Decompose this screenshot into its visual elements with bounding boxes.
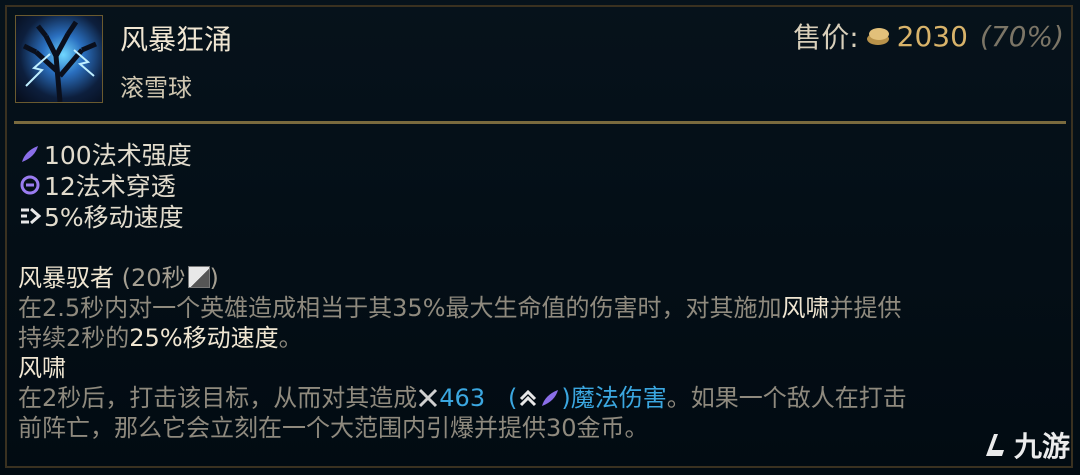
price-block: 售价: 2030 (70%)	[793, 16, 1064, 56]
watermark: 九游	[980, 425, 1070, 465]
ability-power-icon	[539, 386, 561, 408]
ability-power-icon	[18, 142, 42, 166]
item-subtitle: 滚雪球	[120, 74, 192, 102]
stat-text: 5%移动速度	[44, 202, 184, 232]
damage-value: 463	[439, 384, 486, 412]
watermark-logo-icon	[985, 434, 1004, 456]
sub-effect-name: 风啸	[18, 354, 66, 382]
passive-desc-line: 在2.5秒内对一个英雄造成相当于其35%最大生命值的伤害时，对其施加风啸并提供	[18, 294, 902, 322]
item-tooltip: 风暴狂涌 滚雪球 售价: 2030 (70%) 100法术强度 12法术穿透 5…	[0, 0, 1080, 475]
magic-damage-label: 魔法伤害	[570, 384, 667, 412]
passive-desc-line: 前阵亡，那么它会立刻在一个大范围内引爆并提供30金币。	[18, 414, 649, 442]
level-up-icon	[517, 386, 539, 408]
price-value: 2030	[896, 19, 968, 53]
stormsurge-item-icon	[15, 15, 103, 103]
passive-cooldown: (20秒)	[121, 264, 219, 292]
magic-penetration-icon	[18, 173, 42, 197]
watermark-text: 九游	[1013, 430, 1070, 463]
crossed-swords-icon	[417, 386, 439, 408]
price-label: 售价:	[793, 21, 859, 54]
stats-list: 100法术强度 12法术穿透 5%移动速度	[18, 138, 192, 232]
header-divider	[14, 121, 1066, 124]
passive-desc-line: 持续2秒的25%移动速度。	[18, 324, 303, 352]
price-percent: (70%)	[979, 19, 1064, 53]
stat-row: 5%移动速度	[18, 200, 192, 232]
stat-row: 12法术穿透	[18, 169, 192, 201]
gold-coin-icon	[865, 25, 891, 47]
passive-name: 风暴驭者	[18, 264, 114, 292]
cooldown-icon	[187, 266, 210, 288]
passive-title: 风暴驭者 (20秒)	[18, 263, 1068, 293]
passive-desc-line: 在2秒后，打击该目标，从而对其造成 463 ()魔法伤害。如果一个敌人在打击	[18, 384, 907, 412]
move-speed-icon	[18, 204, 42, 228]
item-name: 风暴狂涌	[120, 23, 233, 56]
passive-section: 风暴驭者 (20秒) 在2.5秒内对一个英雄造成相当于其35%最大生命值的伤害时…	[18, 263, 1068, 443]
stat-row: 100法术强度	[18, 138, 192, 170]
